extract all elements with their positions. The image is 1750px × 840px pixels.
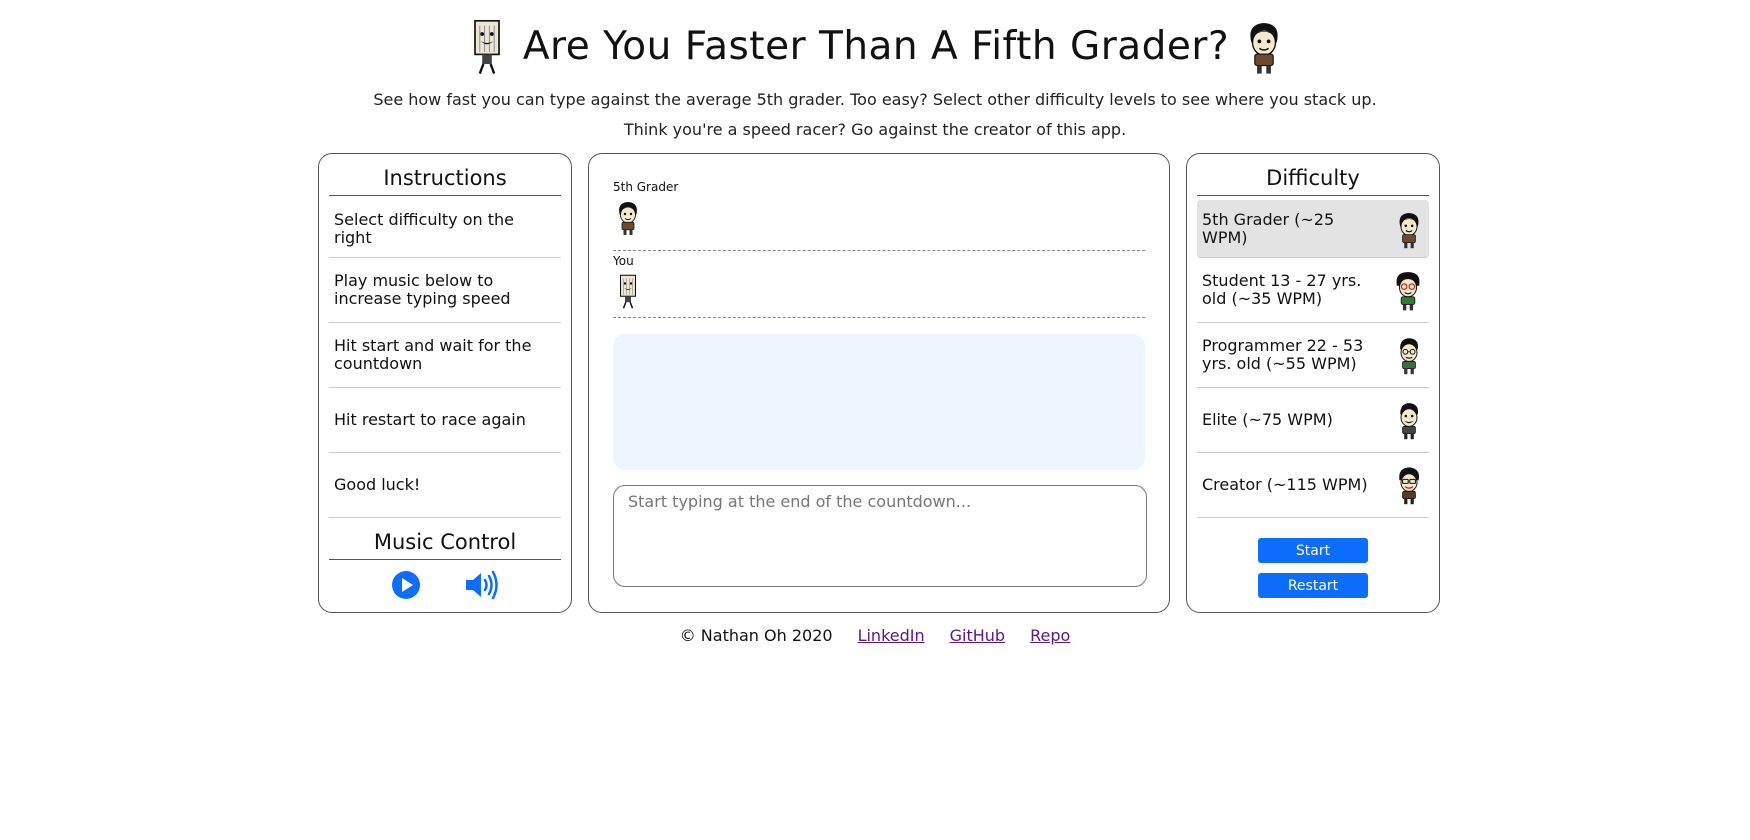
music-controls — [319, 560, 571, 600]
student-avatar-icon — [1391, 266, 1425, 314]
kid-mascot-icon — [1241, 10, 1287, 82]
opponent-label: 5th Grader — [613, 180, 679, 194]
instruction-item: Play music below to increase typing spee… — [329, 258, 561, 323]
player-racer-icon — [613, 268, 643, 314]
copyright-text: © Nathan Oh 2020 — [679, 626, 833, 645]
start-button[interactable]: Start — [1258, 538, 1368, 563]
difficulty-panel: Difficulty 5th Grader (~25 WPM) Student … — [1186, 153, 1440, 613]
footer: © Nathan Oh 2020 LinkedIn GitHub Repo — [0, 626, 1750, 645]
difficulty-option-label: Elite (~75 WPM) — [1202, 410, 1333, 429]
difficulty-option-label: Creator (~115 WPM) — [1202, 475, 1368, 494]
restart-button[interactable]: Restart — [1258, 573, 1368, 598]
volume-icon[interactable] — [464, 570, 500, 600]
difficulty-option-5th-grader[interactable]: 5th Grader (~25 WPM) — [1197, 200, 1429, 258]
player-mascot-icon — [463, 10, 511, 82]
instruction-item: Good luck! — [329, 453, 561, 518]
play-icon[interactable] — [391, 570, 421, 600]
difficulty-option-elite[interactable]: Elite (~75 WPM) — [1197, 388, 1429, 453]
typing-input[interactable] — [613, 485, 1147, 587]
instructions-panel: Instructions Select difficulty on the ri… — [318, 153, 572, 613]
page-title: Are You Faster Than A Fifth Grader? — [522, 23, 1230, 69]
difficulty-option-label: Programmer 22 - 53 yrs. old (~55 WPM) — [1202, 336, 1364, 373]
page-header: Are You Faster Than A Fifth Grader? — [0, 8, 1750, 84]
difficulty-option-programmer[interactable]: Programmer 22 - 53 yrs. old (~55 WPM) — [1197, 323, 1429, 388]
difficulty-option-label: Student 13 - 27 yrs. old (~35 WPM) — [1202, 271, 1362, 308]
difficulty-heading: Difficulty — [1197, 154, 1429, 196]
instruction-item: Select difficulty on the right — [329, 200, 561, 258]
linkedin-link[interactable]: LinkedIn — [858, 626, 925, 645]
instructions-heading: Instructions — [329, 154, 561, 196]
difficulty-option-label: 5th Grader (~25 WPM) — [1202, 209, 1335, 247]
opponent-racer-icon — [613, 194, 643, 240]
instruction-item: Hit restart to race again — [329, 388, 561, 453]
player-track: You — [613, 251, 1145, 318]
race-panel: 5th Grader You — [588, 153, 1170, 613]
race-text-passage — [613, 334, 1145, 470]
page-tagline: Think you're a speed racer? Go against t… — [623, 120, 1127, 139]
difficulty-option-student[interactable]: Student 13 - 27 yrs. old (~35 WPM) — [1197, 258, 1429, 323]
repo-link[interactable]: Repo — [1030, 626, 1070, 645]
programmer-avatar-icon — [1393, 332, 1425, 378]
player-label: You — [613, 254, 634, 268]
instruction-item: Hit start and wait for the countdown — [329, 323, 561, 388]
kid-avatar-icon — [1393, 206, 1425, 252]
difficulty-option-creator[interactable]: Creator (~115 WPM) — [1197, 453, 1429, 518]
opponent-track: 5th Grader — [613, 180, 1145, 251]
elite-avatar-icon — [1393, 397, 1425, 443]
page-subtitle: See how fast you can type against the av… — [373, 90, 1377, 109]
creator-avatar-icon — [1393, 462, 1425, 508]
music-control-heading: Music Control — [329, 530, 561, 560]
github-link[interactable]: GitHub — [950, 626, 1005, 645]
